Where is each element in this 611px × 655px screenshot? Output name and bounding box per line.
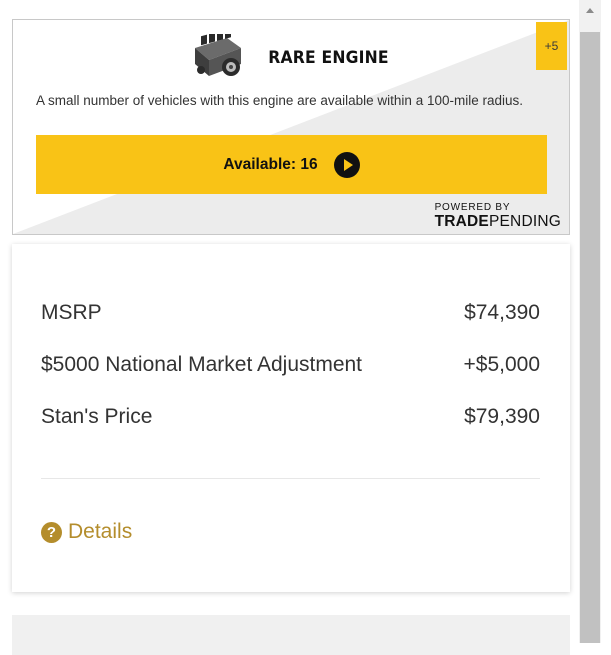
engine-title: RARE ENGINE bbox=[268, 48, 390, 68]
engine-header: RARE ENGINE bbox=[13, 32, 569, 84]
details-label: Details bbox=[68, 520, 133, 543]
brand-pending: PENDING bbox=[488, 213, 561, 230]
scrollbar-thumb[interactable] bbox=[580, 32, 600, 643]
details-link[interactable]: ? Details bbox=[41, 520, 132, 544]
price-label: MSRP bbox=[41, 301, 102, 324]
tradepending-brand: TRADEPENDING bbox=[435, 213, 561, 230]
price-label: Stan's Price bbox=[41, 405, 153, 428]
price-label: $5000 National Market Adjustment bbox=[41, 353, 363, 376]
price-row-adjustment: $5000 National Market Adjustment +$5,000 bbox=[41, 349, 540, 381]
powered-by-logo: POWERED BY TRADEPENDING bbox=[435, 202, 561, 230]
available-label: Available: 16 bbox=[223, 155, 318, 173]
price-divider bbox=[41, 478, 540, 479]
price-value: +$5,000 bbox=[463, 353, 541, 376]
play-icon bbox=[333, 151, 360, 178]
plus-badge[interactable]: +5 bbox=[536, 22, 567, 70]
available-button[interactable]: Available: 16 bbox=[36, 135, 547, 194]
next-card bbox=[12, 615, 570, 655]
price-row-final: Stan's Price $79,390 bbox=[41, 401, 540, 433]
price-row-msrp: MSRP $74,390 bbox=[41, 297, 540, 329]
price-value: $79,390 bbox=[464, 405, 540, 428]
scroll-up-arrow-icon[interactable] bbox=[579, 0, 601, 20]
brand-trade: TRADE bbox=[434, 213, 489, 230]
question-circle-icon: ? bbox=[41, 521, 62, 543]
scrollbar[interactable] bbox=[579, 0, 601, 643]
engine-icon bbox=[195, 34, 242, 76]
price-card: MSRP $74,390 $5000 National Market Adjus… bbox=[12, 244, 570, 592]
powered-by-text: POWERED BY bbox=[434, 202, 511, 213]
price-value: $74,390 bbox=[464, 301, 540, 324]
rare-engine-card: RARE ENGINE +5 A small number of vehicle… bbox=[12, 19, 570, 235]
engine-description: A small number of vehicles with this eng… bbox=[36, 93, 523, 108]
